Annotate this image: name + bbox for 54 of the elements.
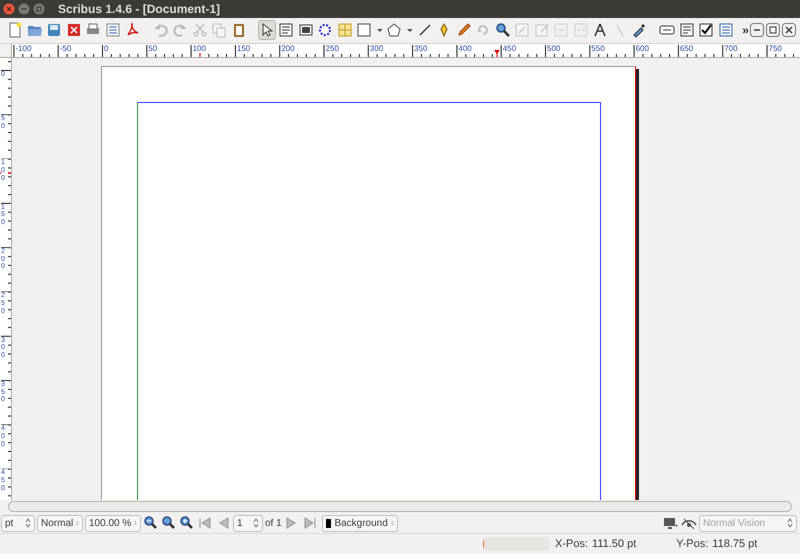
spin-arrows-icon bbox=[25, 517, 31, 530]
cut-icon bbox=[192, 22, 208, 38]
page-select[interactable]: 1 bbox=[233, 514, 263, 532]
undo-icon bbox=[152, 22, 169, 38]
checkbox-field-tool-icon bbox=[698, 22, 714, 38]
x-position-label: X-Pos: bbox=[555, 536, 588, 552]
zoom-actual-icon[interactable] bbox=[161, 515, 177, 532]
page-count: of 1 bbox=[265, 516, 282, 531]
maximize-icon[interactable] bbox=[33, 3, 45, 15]
line-icon bbox=[416, 22, 433, 38]
copy-icon bbox=[211, 22, 228, 38]
x-position-value: 111.50 pt bbox=[592, 536, 636, 552]
unit-select[interactable]: pt bbox=[1, 514, 35, 532]
edit-text-icon bbox=[534, 22, 550, 38]
unlink-icon bbox=[572, 22, 589, 38]
monitor-icon[interactable] bbox=[663, 515, 679, 532]
render-frame-icon bbox=[317, 22, 334, 38]
eyedropper-icon bbox=[631, 22, 648, 38]
minimize-icon[interactable] bbox=[750, 23, 764, 38]
spin-arrows-icon bbox=[253, 517, 259, 530]
new-document-icon bbox=[7, 22, 24, 38]
mode-select[interactable]: Normal bbox=[37, 514, 83, 532]
close-document-icon bbox=[66, 22, 82, 38]
list-box-icon bbox=[718, 22, 734, 38]
redo-icon bbox=[172, 22, 188, 38]
edit-icon bbox=[514, 22, 530, 38]
more-tools-button[interactable]: » bbox=[742, 21, 749, 40]
horizontal-scrollbar[interactable] bbox=[8, 501, 792, 512]
zoom-icon bbox=[494, 22, 511, 38]
layer-color-swatch bbox=[326, 518, 332, 528]
pointer-button[interactable] bbox=[258, 20, 276, 40]
save-icon bbox=[46, 22, 62, 38]
image-frame-icon bbox=[298, 22, 314, 38]
pentagon-icon bbox=[386, 22, 402, 38]
rectangle-icon bbox=[356, 22, 372, 38]
position-marker-icon bbox=[0, 172, 11, 174]
zoom-field[interactable]: 100.00 % bbox=[85, 514, 141, 532]
layer-select[interactable]: Background bbox=[322, 514, 398, 532]
document-lines-icon bbox=[104, 22, 121, 38]
close-icon[interactable] bbox=[782, 23, 796, 38]
zoom-out-icon[interactable] bbox=[143, 515, 159, 532]
text-frame-icon bbox=[278, 22, 294, 38]
y-position-label: Y-Pos: bbox=[676, 536, 708, 552]
zoom-in-icon[interactable] bbox=[179, 515, 195, 532]
link-icon bbox=[553, 22, 570, 38]
table-icon bbox=[336, 22, 353, 38]
window-title: Scribus 1.4.6 - [Document-1] bbox=[58, 1, 220, 18]
y-position-value: 118.75 pt bbox=[712, 536, 758, 552]
restore-icon[interactable] bbox=[766, 23, 780, 38]
spin-arrows-icon bbox=[787, 517, 793, 530]
close-icon[interactable] bbox=[3, 3, 15, 15]
text-field-icon bbox=[678, 22, 695, 38]
pencil-icon bbox=[456, 22, 472, 38]
ruler-label: 0 bbox=[104, 44, 108, 53]
